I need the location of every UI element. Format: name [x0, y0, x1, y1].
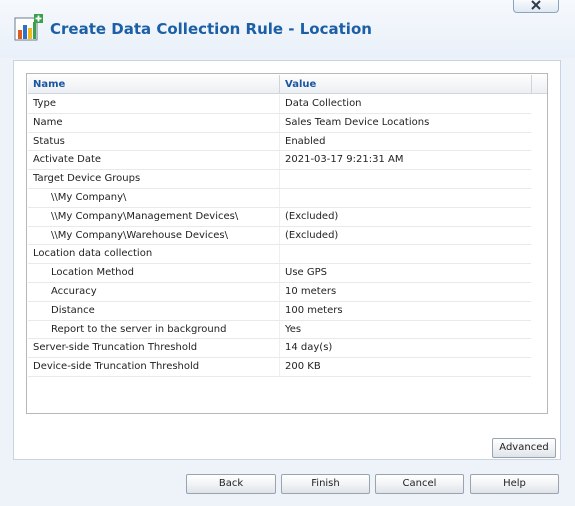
cell-separator [279, 132, 280, 151]
table-row[interactable]: Distance 100 meters [28, 301, 531, 321]
grid-header: Name Value [28, 75, 531, 94]
table-row[interactable]: Target Device Groups [28, 170, 531, 189]
cell-separator [279, 188, 280, 207]
row-name-cell: Target Device Groups [33, 173, 141, 185]
table-row[interactable]: Accuracy 10 meters [28, 282, 531, 302]
table-row[interactable]: \\My Company\Warehouse Devices\ (Excluded… [28, 226, 531, 246]
row-name-cell: Server-side Truncation Threshold [33, 342, 198, 354]
table-row[interactable]: Type Data Collection [28, 95, 531, 114]
close-icon [531, 0, 541, 10]
chart-add-icon [14, 14, 43, 41]
grid-header-corner [531, 75, 547, 94]
row-name-cell: \\My Company\Management Devices\ [51, 210, 239, 222]
row-name-cell: Location Method [51, 267, 134, 279]
row-value-cell: 100 meters [285, 304, 343, 316]
row-name-cell: Report to the server in background [51, 323, 227, 335]
cell-separator [279, 207, 280, 226]
cell-separator [279, 320, 280, 339]
table-row[interactable]: \\My Company\ [28, 188, 531, 208]
close-button[interactable] [513, 0, 559, 13]
row-name-cell: Status [33, 135, 65, 147]
row-value-cell: 200 KB [285, 361, 321, 373]
row-name-cell: Location data collection [33, 248, 153, 260]
row-value-cell: 14 day(s) [285, 342, 333, 354]
row-name-cell: Activate Date [33, 154, 102, 166]
column-separator[interactable] [279, 75, 280, 94]
row-value-cell: (Excluded) [285, 210, 339, 222]
row-name-cell: Type [33, 98, 56, 109]
cell-separator [279, 226, 280, 245]
column-header-name[interactable]: Name [33, 75, 65, 94]
row-name-cell: \\My Company\Warehouse Devices\ [51, 229, 228, 241]
row-value-cell: Enabled [285, 135, 326, 147]
row-value-cell: 2021-03-17 9:21:31 AM [285, 154, 404, 166]
cell-separator [279, 113, 280, 132]
table-row[interactable]: Location Method Use GPS [28, 264, 531, 283]
cell-separator [279, 358, 280, 376]
help-button[interactable]: Help [470, 474, 559, 494]
table-row[interactable]: Name Sales Team Device Locations [28, 113, 531, 133]
table-row[interactable]: Report to the server in background Yes [28, 320, 531, 340]
cell-separator [279, 339, 280, 358]
table-row[interactable]: Server-side Truncation Threshold 14 day(s… [28, 339, 531, 359]
row-name-cell: Device-side Truncation Threshold [33, 361, 200, 373]
table-row[interactable]: Activate Date 2021-03-17 9:21:31 AM [28, 151, 531, 171]
advanced-button[interactable]: Advanced [492, 438, 556, 458]
row-name-cell: Accuracy [51, 285, 97, 297]
row-value-cell: Sales Team Device Locations [285, 116, 430, 128]
column-header-value[interactable]: Value [285, 75, 316, 94]
cell-separator [279, 282, 280, 301]
row-name-cell: \\My Company\ [51, 191, 127, 203]
row-value-cell: Data Collection [285, 98, 362, 109]
summary-grid: Name Value Type Data Collection Name Sales … [26, 73, 548, 414]
cell-separator [279, 301, 280, 320]
cell-separator [279, 170, 280, 188]
grid-rows: Type Data Collection Name Sales Team Device… [28, 95, 531, 377]
table-row[interactable]: Status Enabled [28, 132, 531, 152]
row-name-cell: Name [33, 116, 63, 128]
row-value-cell: 10 meters [285, 285, 337, 297]
table-row[interactable]: Location data collection [28, 245, 531, 265]
cell-separator [279, 245, 280, 264]
cell-separator [279, 95, 280, 113]
finish-button[interactable]: Finish [281, 474, 370, 494]
row-value-cell: Yes [285, 323, 302, 335]
row-value-cell: Use GPS [285, 267, 327, 279]
cell-separator [279, 264, 280, 282]
row-name-cell: Distance [51, 304, 95, 316]
back-button[interactable]: Back [186, 474, 276, 494]
cell-separator [279, 151, 280, 170]
table-row[interactable]: \\My Company\Management Devices\ (Exclude… [28, 207, 531, 227]
row-value-cell: (Excluded) [285, 229, 339, 241]
table-row[interactable]: Device-side Truncation Threshold 200 KB [28, 358, 531, 377]
cancel-button[interactable]: Cancel [375, 474, 464, 494]
dialog-title: Create Data Collection Rule - Location [50, 20, 372, 38]
